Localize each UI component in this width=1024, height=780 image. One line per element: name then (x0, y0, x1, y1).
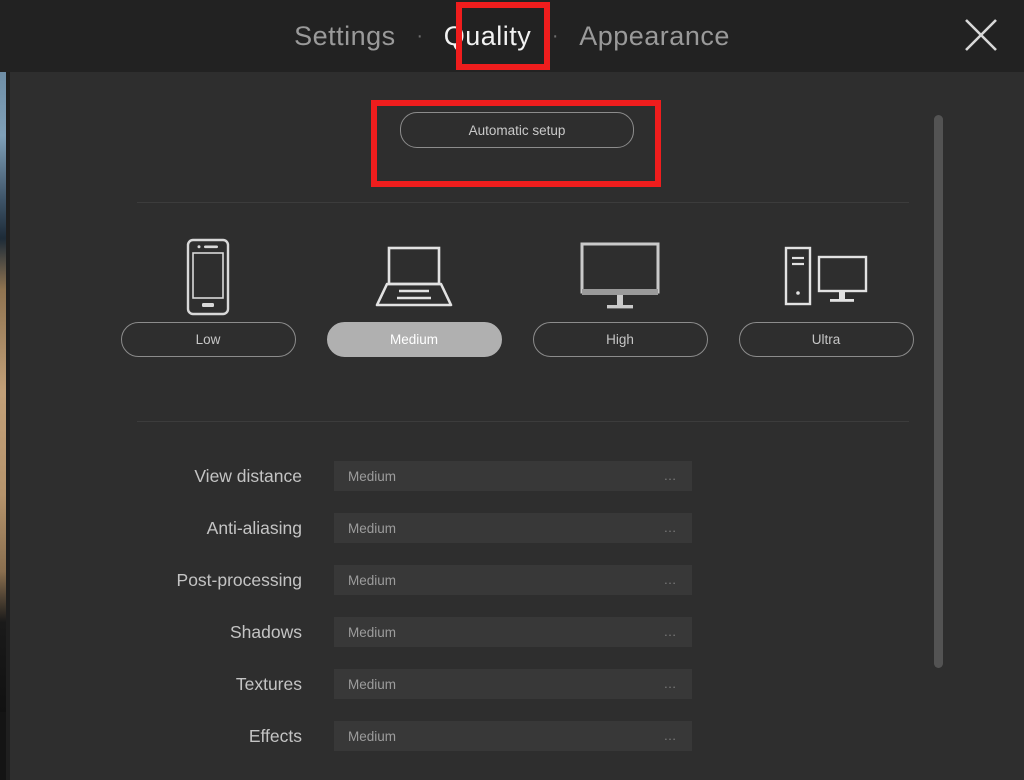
ellipsis-icon[interactable]: … (664, 521, 679, 534)
preset-high-label[interactable]: High (532, 322, 708, 357)
setting-label-view-distance: View distance (194, 465, 302, 486)
quality-panel: Automatic setup Low Medium High Ultra Vi… (10, 72, 1024, 780)
setting-value-effects: Medium (348, 728, 397, 744)
divider-top (137, 202, 909, 203)
header-bar: Settings · Quality · Appearance (0, 0, 1024, 72)
settings-overlay: Settings · Quality · Appearance Automati… (0, 0, 1024, 780)
close-button[interactable] (954, 8, 1008, 62)
preset-ultra-label[interactable]: Ultra (738, 322, 914, 357)
setting-row-shadows: Shadows Medium … (10, 606, 1024, 658)
scrollbar-thumb[interactable] (934, 115, 943, 668)
setting-field-view-distance[interactable]: Medium … (334, 461, 692, 491)
setting-field-effects[interactable]: Medium … (334, 721, 692, 751)
tab-separator-1: · (416, 25, 424, 47)
tab-appearance[interactable]: Appearance (565, 18, 744, 55)
automatic-setup-button[interactable]: Automatic setup (400, 112, 634, 148)
desktop-tower-icon (784, 246, 868, 306)
preset-high[interactable]: High (529, 232, 711, 357)
preset-low[interactable]: Low (117, 232, 299, 357)
tab-settings[interactable]: Settings (280, 18, 410, 55)
preset-low-icon-wrap (185, 232, 231, 322)
phone-icon (186, 238, 230, 316)
setting-value-shadows: Medium (348, 624, 397, 640)
setting-label-post-processing: Post-processing (176, 569, 302, 590)
divider-middle (137, 421, 909, 422)
ellipsis-icon[interactable]: … (664, 573, 679, 586)
setting-row-view-distance: View distance Medium … (10, 450, 1024, 502)
setting-row-post-processing: Post-processing Medium … (10, 554, 1024, 606)
setting-row-textures: Textures Medium … (10, 658, 1024, 710)
setting-field-shadows[interactable]: Medium … (334, 617, 692, 647)
setting-value-textures: Medium (348, 676, 397, 692)
setting-value-view-distance: Medium (348, 468, 397, 484)
setting-label-textures: Textures (235, 673, 302, 694)
setting-field-anti-aliasing[interactable]: Medium … (334, 513, 692, 543)
tab-separator-2: · (551, 25, 559, 47)
setting-label-shadows: Shadows (230, 621, 302, 642)
setting-row-effects: Effects Medium … (10, 710, 1024, 762)
setting-value-anti-aliasing: Medium (348, 520, 397, 536)
laptop-icon (375, 246, 453, 307)
preset-ultra[interactable]: Ultra (735, 232, 917, 357)
setting-field-post-processing[interactable]: Medium … (334, 565, 692, 595)
close-icon (965, 19, 997, 51)
setting-label-effects: Effects (248, 725, 302, 746)
setting-row-anti-aliasing: Anti-aliasing Medium … (10, 502, 1024, 554)
preset-medium-icon-wrap (375, 232, 453, 322)
preset-row: Low Medium High Ultra (10, 232, 1024, 357)
settings-list: View distance Medium … Anti-aliasing Med… (10, 450, 1024, 762)
setting-label-anti-aliasing: Anti-aliasing (206, 517, 302, 538)
tab-quality[interactable]: Quality (430, 18, 546, 55)
preset-ultra-icon-wrap (783, 232, 869, 322)
preset-medium[interactable]: Medium (323, 232, 505, 357)
ellipsis-icon[interactable]: … (664, 729, 679, 742)
automatic-setup-row: Automatic setup (10, 112, 1024, 148)
preset-medium-label[interactable]: Medium (326, 322, 502, 357)
setting-value-post-processing: Medium (348, 572, 397, 588)
ellipsis-icon[interactable]: … (664, 469, 679, 482)
tab-bar: Settings · Quality · Appearance (0, 0, 1024, 72)
monitor-icon (580, 242, 660, 309)
ellipsis-icon[interactable]: … (664, 677, 679, 690)
preset-low-label[interactable]: Low (120, 322, 296, 357)
setting-field-textures[interactable]: Medium … (334, 669, 692, 699)
ellipsis-icon[interactable]: … (664, 625, 679, 638)
preset-high-icon-wrap (579, 232, 661, 322)
